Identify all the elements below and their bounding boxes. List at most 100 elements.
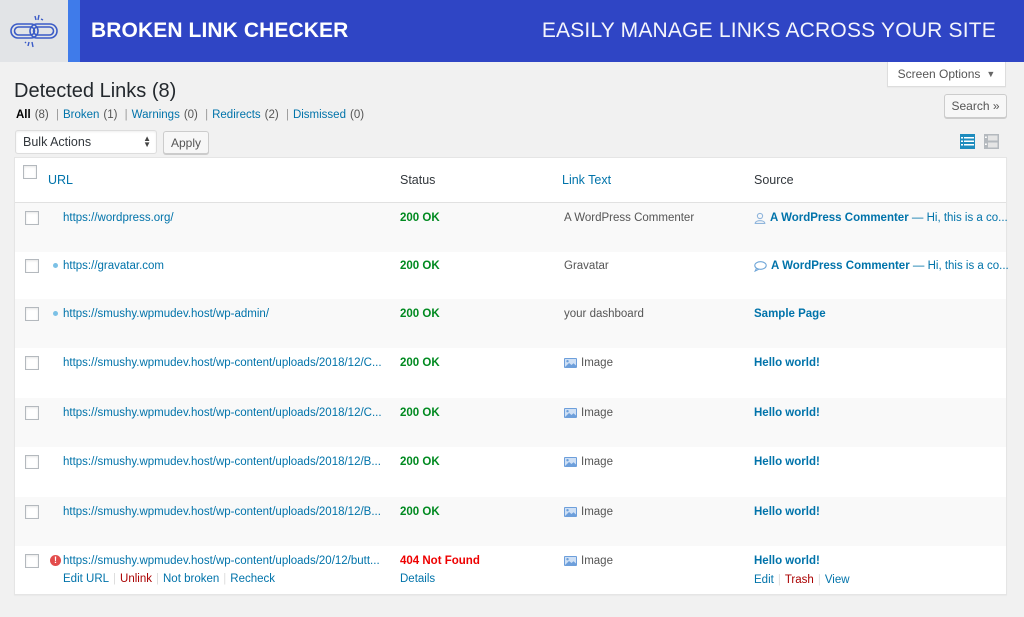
table-row: https://smushy.wpmudev.host/wp-admin/200… xyxy=(15,299,1006,348)
link-status: 200 OK xyxy=(400,407,440,419)
column-link-text[interactable]: Link Text xyxy=(562,173,611,187)
link-url[interactable]: https://smushy.wpmudev.host/wp-admin/ xyxy=(63,308,269,320)
link-url[interactable]: https://wordpress.org/ xyxy=(63,212,174,224)
screen-options-button[interactable]: Screen Options ▼ xyxy=(887,62,1006,87)
filter-separator: | xyxy=(205,109,209,121)
row-checkbox[interactable] xyxy=(25,455,39,469)
link-text-label: Image xyxy=(581,407,613,419)
link-text-label: Image xyxy=(581,357,613,369)
source-title-link[interactable]: Hello world! xyxy=(754,555,820,567)
filter-count: (2) xyxy=(264,109,279,121)
not-broken-link[interactable]: Not broken xyxy=(163,573,219,585)
table-row: https://wordpress.org/200 OK A WordPress … xyxy=(15,203,1008,252)
filter-count: (0) xyxy=(349,109,365,121)
filter-separator: | xyxy=(124,109,128,121)
row-checkbox[interactable] xyxy=(25,211,39,225)
broken-chain-icon xyxy=(10,14,58,48)
trash-source-link[interactable]: Trash xyxy=(785,574,814,586)
recheck-link[interactable]: Recheck xyxy=(230,573,275,585)
link-status: 200 OK xyxy=(400,506,440,518)
link-source: Sample Page xyxy=(754,308,826,320)
edit-url-link[interactable]: Edit URL xyxy=(63,573,109,585)
image-icon xyxy=(564,556,577,566)
apply-button[interactable]: Apply xyxy=(163,131,209,154)
filter-dismissed[interactable]: Dismissed xyxy=(293,109,346,121)
filter-all[interactable]: All xyxy=(16,109,31,121)
caret-down-icon: ▼ xyxy=(986,69,996,79)
row-checkbox[interactable] xyxy=(25,406,39,420)
action-separator: | xyxy=(817,574,821,586)
link-url[interactable]: https://gravatar.com xyxy=(63,260,164,272)
image-icon xyxy=(564,408,577,418)
logo xyxy=(0,0,68,62)
link-text: Image xyxy=(564,555,613,567)
action-separator: | xyxy=(156,573,159,585)
source-row-actions: Edit | Trash | View xyxy=(754,574,850,586)
links-table: URL Status Link Text Source https://word… xyxy=(14,157,1009,595)
link-status: 200 OK xyxy=(400,357,440,369)
link-source: A WordPress Commenter — Hi, this is a co… xyxy=(754,212,1008,224)
source-title-link[interactable]: Hello world! xyxy=(754,456,820,468)
link-text: A WordPress Commenter xyxy=(564,212,694,224)
user-icon xyxy=(754,212,766,224)
action-separator: | xyxy=(777,574,781,586)
row-checkbox[interactable] xyxy=(25,259,39,273)
table-row: https://smushy.wpmudev.host/wp-content/u… xyxy=(15,447,1006,496)
source-title-link[interactable]: Hello world! xyxy=(754,506,820,518)
source-title-link[interactable]: A WordPress Commenter xyxy=(771,260,910,272)
link-text: Image xyxy=(564,506,613,518)
redirect-dot-icon xyxy=(53,263,58,268)
row-checkbox[interactable] xyxy=(25,307,39,321)
link-text-label: your dashboard xyxy=(564,308,644,320)
link-text: Image xyxy=(564,357,613,369)
link-status: 200 OK xyxy=(400,212,440,224)
link-url[interactable]: https://smushy.wpmudev.host/wp-content/u… xyxy=(63,407,382,419)
source-title-link[interactable]: Hello world! xyxy=(754,357,820,369)
link-text-label: Image xyxy=(581,456,613,468)
link-url[interactable]: https://smushy.wpmudev.host/wp-content/u… xyxy=(63,555,380,567)
source-title-link[interactable]: A WordPress Commenter xyxy=(770,212,909,224)
status-row-actions: Details xyxy=(400,573,435,585)
table-row: https://smushy.wpmudev.host/wp-content/u… xyxy=(15,348,1006,397)
bulk-actions-select[interactable]: Bulk Actions ▲ ▼ xyxy=(15,130,157,154)
filter-count: (8) xyxy=(34,109,49,121)
plugin-banner: BROKEN LINK CHECKER EASILY MANAGE LINKS … xyxy=(0,0,1024,62)
bulk-actions-value: Bulk Actions xyxy=(23,135,92,149)
link-source: Hello world! xyxy=(754,357,820,369)
image-icon xyxy=(564,457,577,467)
select-all-checkbox[interactable] xyxy=(23,165,37,179)
view-source-link[interactable]: View xyxy=(825,574,850,586)
action-separator: | xyxy=(223,573,227,585)
image-icon xyxy=(564,507,577,517)
link-text-label: Image xyxy=(581,506,613,518)
unlink-link[interactable]: Unlink xyxy=(120,573,152,585)
details-link[interactable]: Details xyxy=(400,573,435,585)
row-checkbox[interactable] xyxy=(25,356,39,370)
comment-icon xyxy=(754,260,767,272)
select-arrows-icon: ▲ ▼ xyxy=(143,134,151,149)
filter-warnings[interactable]: Warnings xyxy=(132,109,180,121)
source-title-link[interactable]: Hello world! xyxy=(754,407,820,419)
row-checkbox[interactable] xyxy=(25,554,39,568)
link-text: your dashboard xyxy=(564,308,644,320)
source-title-link[interactable]: Sample Page xyxy=(754,308,826,320)
edit-source-link[interactable]: Edit xyxy=(754,574,774,586)
filter-redirects[interactable]: Redirects xyxy=(212,109,261,121)
column-url[interactable]: URL xyxy=(48,173,73,187)
excerpt-view-icon[interactable] xyxy=(984,134,999,149)
link-url[interactable]: https://smushy.wpmudev.host/wp-content/u… xyxy=(63,357,382,369)
search-button[interactable]: Search » xyxy=(944,94,1007,118)
link-url[interactable]: https://smushy.wpmudev.host/wp-content/u… xyxy=(63,506,381,518)
link-text-label: A WordPress Commenter xyxy=(564,212,695,224)
link-source: Hello world! xyxy=(754,456,820,468)
filter-separator: | xyxy=(55,109,59,121)
link-status: 404 Not Found xyxy=(400,555,480,567)
list-view-icon[interactable] xyxy=(960,134,975,149)
table-header: URL Status Link Text Source xyxy=(15,158,1006,203)
filter-count: (0) xyxy=(183,109,198,121)
row-checkbox[interactable] xyxy=(25,505,39,519)
table-row: https://smushy.wpmudev.host/wp-content/u… xyxy=(15,497,1006,546)
table-row: https://gravatar.com 200 OK Gravatar A Word… xyxy=(15,251,1009,300)
filter-broken[interactable]: Broken xyxy=(63,109,99,121)
link-url[interactable]: https://smushy.wpmudev.host/wp-content/u… xyxy=(63,456,381,468)
